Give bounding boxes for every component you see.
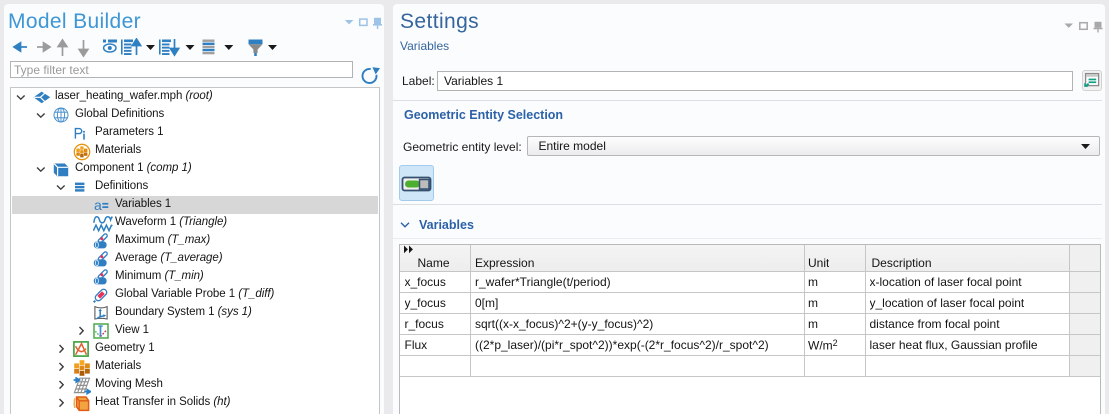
svg-text:a: a [94,197,102,213]
